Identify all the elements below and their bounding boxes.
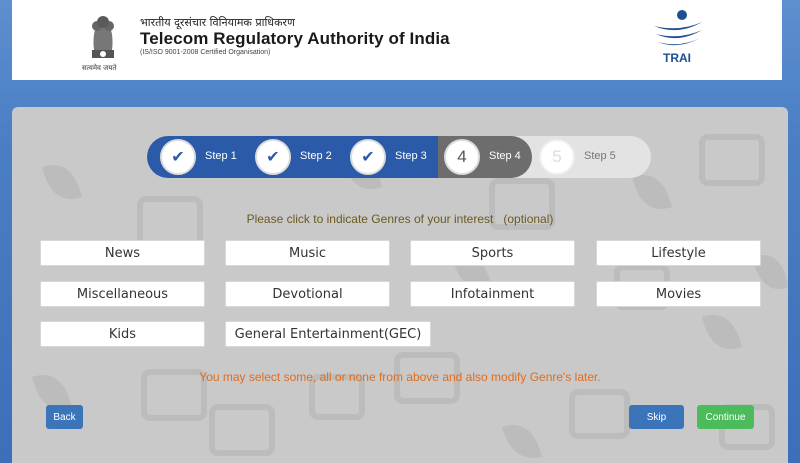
- genre-devotional-button[interactable]: Devotional: [225, 281, 390, 307]
- back-button[interactable]: Back: [46, 405, 83, 429]
- step-number: 5: [539, 139, 575, 175]
- page-title: Telecom Regulatory Authority of India: [140, 29, 450, 48]
- genre-sports-button[interactable]: Sports: [410, 240, 575, 266]
- step-label: Step 4: [489, 150, 521, 162]
- step-label: Step 2: [300, 150, 332, 162]
- progress-stepper: ✔ Step 1 ✔ Step 2 ✔ Step 3 4 Step 4 5 St…: [147, 136, 651, 178]
- hindi-title: भारतीय दूरसंचार विनियामक प्राधिकरण: [140, 16, 295, 29]
- genre-miscellaneous-button[interactable]: Miscellaneous: [40, 281, 205, 307]
- selection-note: You may select some, all or none from ab…: [199, 370, 601, 384]
- genre-lifestyle-button[interactable]: Lifestyle: [596, 240, 761, 266]
- check-icon: ✔: [160, 139, 196, 175]
- check-icon: ✔: [255, 139, 291, 175]
- check-icon: ✔: [350, 139, 386, 175]
- continue-button[interactable]: Continue: [697, 405, 754, 429]
- step-label: Step 3: [395, 150, 427, 162]
- genre-kids-button[interactable]: Kids: [40, 321, 205, 347]
- genre-movies-button[interactable]: Movies: [596, 281, 761, 307]
- site-header: सत्यमेव जयते भारतीय दूरसंचार विनियामक प्…: [12, 0, 782, 80]
- emblem-caption: सत्यमेव जयते: [82, 64, 117, 72]
- skip-button[interactable]: Skip: [629, 405, 684, 429]
- step-label: Step 1: [205, 150, 237, 162]
- genre-news-button[interactable]: News: [40, 240, 205, 266]
- genre-infotainment-button[interactable]: Infotainment: [410, 281, 575, 307]
- genre-gec-button[interactable]: General Entertainment(GEC): [225, 321, 431, 347]
- certification-subtitle: (IS/ISO 9001-2008 Certified Organisation…: [140, 49, 271, 56]
- trai-logo-text: TRAI: [663, 51, 691, 65]
- genre-prompt: Please click to indicate Genres of your …: [246, 212, 554, 226]
- genre-selection-panel: ✔ Step 1 ✔ Step 2 ✔ Step 3 4 Step 4 5 St…: [12, 107, 788, 463]
- step-number: 4: [444, 139, 480, 175]
- step-label: Step 5: [584, 150, 616, 162]
- genre-music-button[interactable]: Music: [225, 240, 390, 266]
